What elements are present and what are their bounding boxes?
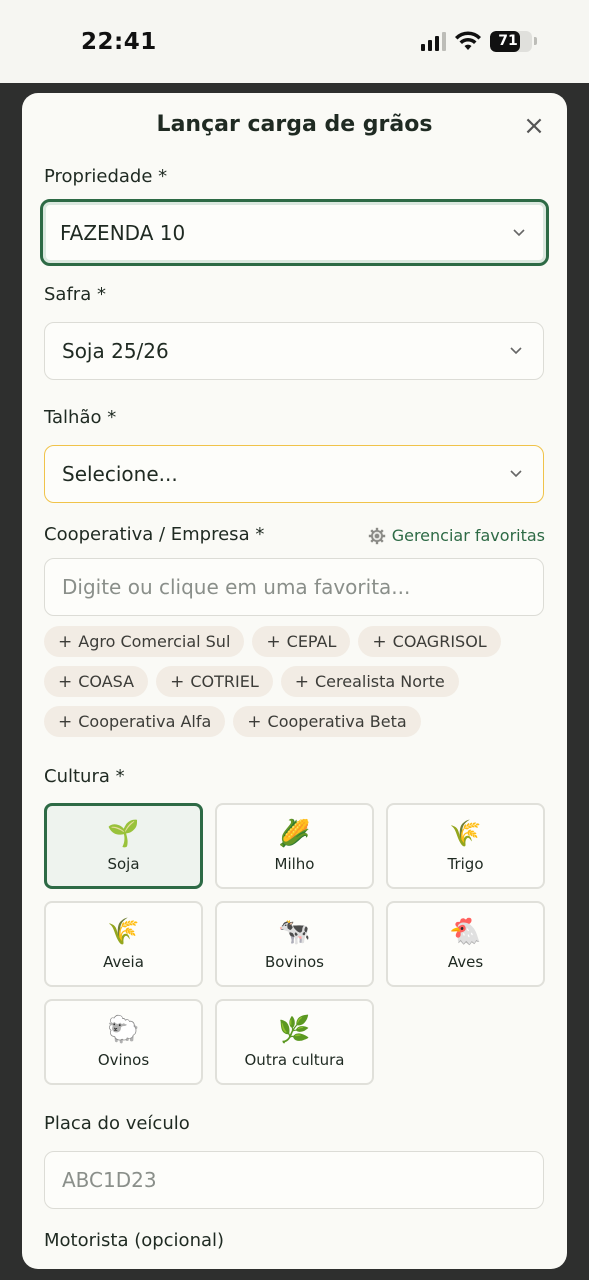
cultura-option-aveia[interactable]: 🌾 Aveia <box>44 901 203 987</box>
cultura-option-ovinos[interactable]: 🐑 Ovinos <box>44 999 203 1085</box>
talhao-select[interactable]: Selecione... <box>44 445 544 503</box>
plus-icon: + <box>58 711 73 732</box>
plus-icon: + <box>266 631 281 652</box>
placa-placeholder: ABC1D23 <box>62 1168 157 1192</box>
cultura-option-label: Trigo <box>447 855 484 873</box>
battery-tip <box>534 37 537 45</box>
manage-favorites-label: Gerenciar favoritas <box>391 526 545 545</box>
cultura-grid: 🌱 Soja 🌽 Milho 🌾 Trigo 🌾 Aveia 🐄 Bovinos 🐔 Aves 🐑 Ovi… <box>44 803 545 1085</box>
cultura-label: Cultura * <box>44 766 125 787</box>
sheet-title: Lançar carga de grãos <box>156 112 433 137</box>
cultura-option-trigo[interactable]: 🌾 Trigo <box>386 803 545 889</box>
favorite-chip-label: COASA <box>78 672 135 691</box>
favorite-chip[interactable]: + Cooperativa Alfa <box>44 706 226 737</box>
motorista-label: Motorista (opcional) <box>44 1230 225 1251</box>
cultura-option-label: Soja <box>107 855 140 873</box>
cultura-option-soja[interactable]: 🌱 Soja <box>44 803 203 889</box>
favorite-chip[interactable]: + COAGRISOL <box>358 626 501 657</box>
status-icons: 71 <box>421 30 537 52</box>
plus-icon: + <box>294 671 309 692</box>
talhao-value: Selecione... <box>62 462 178 486</box>
favorite-chip[interactable]: + Agro Comercial Sul <box>44 626 245 657</box>
close-icon[interactable]: × <box>523 113 545 139</box>
gear-icon <box>368 527 385 544</box>
favorite-chip-label: Agro Comercial Sul <box>78 632 231 651</box>
favorite-chip[interactable]: + Cooperativa Beta <box>233 706 421 737</box>
cultura-icon: 🌽 <box>278 819 311 849</box>
favorite-chip-label: COTRIEL <box>190 672 259 691</box>
favorite-chip[interactable]: + CEPAL <box>252 626 351 657</box>
favorite-chip[interactable]: + COTRIEL <box>156 666 273 697</box>
status-time: 22:41 <box>81 29 157 55</box>
plus-icon: + <box>170 671 185 692</box>
cultura-option-outra-cultura[interactable]: 🌿 Outra cultura <box>215 999 374 1085</box>
cultura-option-label: Aveia <box>103 953 144 971</box>
propriedade-value: FAZENDA 10 <box>60 220 186 245</box>
plus-icon: + <box>372 631 387 652</box>
plus-icon: + <box>58 631 73 652</box>
safra-label: Safra * <box>44 284 106 305</box>
battery-icon: 71 <box>490 30 532 52</box>
cultura-option-milho[interactable]: 🌽 Milho <box>215 803 374 889</box>
favorite-chip-label: Cooperativa Beta <box>267 712 407 731</box>
cooperativa-placeholder: Digite ou clique em uma favorita... <box>62 575 411 599</box>
safra-value: Soja 25/26 <box>62 339 169 363</box>
cultura-icon: 🐄 <box>278 917 311 947</box>
status-bar: 22:41 71 <box>0 0 589 83</box>
plus-icon: + <box>247 711 262 732</box>
plus-icon: + <box>58 671 73 692</box>
propriedade-label: Propriedade * <box>44 166 168 187</box>
manage-favorites-link[interactable]: Gerenciar favoritas <box>368 526 545 545</box>
placa-label: Placa do veículo <box>44 1113 190 1134</box>
favorite-chip-label: Cerealista Norte <box>314 672 445 691</box>
cooperativa-label: Cooperativa / Empresa * <box>44 524 265 545</box>
favorite-chip-label: COAGRISOL <box>392 632 487 651</box>
chevron-down-icon <box>510 347 522 355</box>
placa-input[interactable]: ABC1D23 <box>44 1151 544 1209</box>
favorite-chip-label: Cooperativa Alfa <box>78 712 212 731</box>
chevron-down-icon <box>513 229 525 237</box>
cultura-option-aves[interactable]: 🐔 Aves <box>386 901 545 987</box>
safra-select[interactable]: Soja 25/26 <box>44 322 544 380</box>
favorite-chip-label: CEPAL <box>286 632 337 651</box>
favorites-chips: + Agro Comercial Sul + CEPAL + COAGRISOL + COAS… <box>44 626 544 737</box>
favorite-chip[interactable]: + COASA <box>44 666 149 697</box>
cultura-icon: 🌱 <box>107 819 140 849</box>
cultura-icon: 🌾 <box>107 917 140 947</box>
cultura-option-label: Ovinos <box>97 1051 150 1069</box>
cultura-icon: 🌿 <box>278 1015 311 1045</box>
propriedade-select[interactable]: FAZENDA 10 <box>40 199 549 266</box>
launch-load-sheet: Lançar carga de grãos × Propriedade * FA… <box>22 93 567 1269</box>
cultura-option-label: Milho <box>274 855 315 873</box>
cultura-option-bovinos[interactable]: 🐄 Bovinos <box>215 901 374 987</box>
chevron-down-icon <box>510 470 522 478</box>
cultura-option-label: Aves <box>447 953 484 971</box>
cooperativa-input[interactable]: Digite ou clique em uma favorita... <box>44 558 544 616</box>
cultura-option-label: Bovinos <box>264 953 324 971</box>
cultura-option-label: Outra cultura <box>244 1051 345 1069</box>
battery-percent: 71 <box>498 33 518 49</box>
cultura-icon: 🐑 <box>107 1015 140 1045</box>
cellular-signal-icon <box>421 31 446 51</box>
wifi-icon <box>455 31 481 50</box>
cultura-icon: 🌾 <box>449 819 482 849</box>
favorite-chip[interactable]: + Cerealista Norte <box>280 666 459 697</box>
cultura-icon: 🐔 <box>449 917 482 947</box>
talhao-label: Talhão * <box>44 407 117 428</box>
